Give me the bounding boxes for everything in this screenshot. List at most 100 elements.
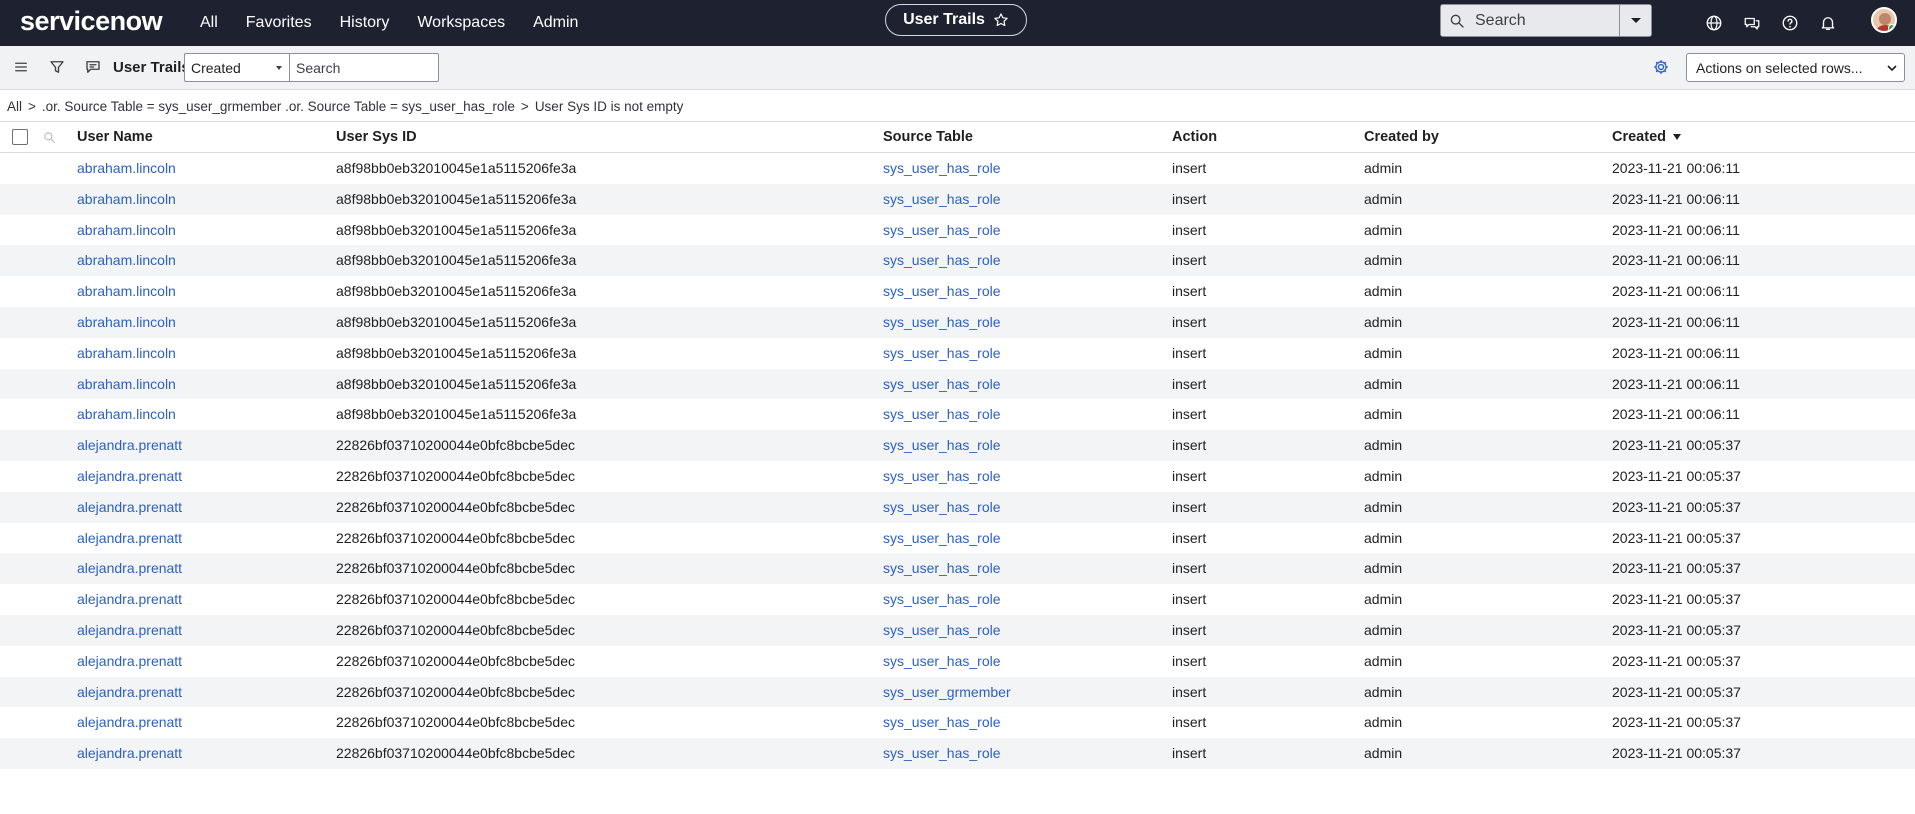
- global-search-input[interactable]: Search: [1441, 5, 1619, 36]
- nav-favorites[interactable]: Favorites: [246, 14, 312, 32]
- caret-down-icon: [276, 66, 282, 70]
- cell-user-name[interactable]: abraham.lincoln: [77, 345, 176, 361]
- table-row[interactable]: alejandra.prenatt 22826bf03710200044e0bfc…: [0, 461, 1915, 492]
- cell-user-sys-id: a8f98bb0eb32010045e1a5115206fe3a: [336, 313, 577, 330]
- column-created-by[interactable]: Created by: [1364, 129, 1439, 145]
- table-row[interactable]: abraham.lincoln a8f98bb0eb32010045e1a5115…: [0, 245, 1915, 277]
- table-row[interactable]: alejandra.prenatt 22826bf03710200044e0bfc…: [0, 707, 1915, 738]
- table-row[interactable]: abraham.lincoln a8f98bb0eb32010045e1a5115…: [0, 338, 1915, 369]
- cell-source-table[interactable]: sys_user_has_role: [883, 530, 1001, 546]
- user-avatar[interactable]: [1871, 7, 1897, 33]
- cell-user-name[interactable]: alejandra.prenatt: [77, 714, 182, 730]
- nav-admin[interactable]: Admin: [533, 14, 578, 32]
- cell-user-name[interactable]: abraham.lincoln: [77, 406, 176, 422]
- cell-source-table[interactable]: sys_user_has_role: [883, 222, 1001, 238]
- cell-source-table[interactable]: sys_user_has_role: [883, 160, 1001, 176]
- cell-user-name[interactable]: alejandra.prenatt: [77, 437, 182, 453]
- bell-icon[interactable]: [1819, 14, 1837, 32]
- cell-user-name[interactable]: abraham.lincoln: [77, 222, 176, 238]
- cell-source-table[interactable]: sys_user_has_role: [883, 499, 1001, 515]
- global-search[interactable]: Search: [1440, 4, 1652, 37]
- cell-user-name[interactable]: abraham.lincoln: [77, 283, 176, 299]
- cell-source-table[interactable]: sys_user_has_role: [883, 191, 1001, 207]
- select-all-checkbox[interactable]: [12, 129, 28, 145]
- cell-source-table[interactable]: sys_user_has_role: [883, 622, 1001, 638]
- table-row[interactable]: alejandra.prenatt 22826bf03710200044e0bfc…: [0, 523, 1915, 554]
- nav-workspaces[interactable]: Workspaces: [417, 14, 505, 32]
- cell-user-name[interactable]: abraham.lincoln: [77, 191, 176, 207]
- servicenow-logo[interactable]: servicenow: [20, 6, 163, 37]
- column-user-name[interactable]: User Name: [77, 129, 153, 145]
- cell-user-name[interactable]: alejandra.prenatt: [77, 560, 182, 576]
- cell-user-name[interactable]: abraham.lincoln: [77, 160, 176, 176]
- cell-user-name[interactable]: abraham.lincoln: [77, 314, 176, 330]
- cell-user-name[interactable]: alejandra.prenatt: [77, 499, 182, 515]
- table-row[interactable]: alejandra.prenatt 22826bf03710200044e0bfc…: [0, 430, 1915, 461]
- breadcrumb-all[interactable]: All: [7, 99, 22, 114]
- cell-source-table[interactable]: sys_user_has_role: [883, 591, 1001, 607]
- cell-source-table[interactable]: sys_user_has_role: [883, 252, 1001, 268]
- chat-icon[interactable]: [1743, 14, 1761, 32]
- table-row[interactable]: abraham.lincoln a8f98bb0eb32010045e1a5115…: [0, 368, 1915, 400]
- actions-select[interactable]: Actions on selected rows...: [1686, 53, 1905, 82]
- breadcrumb-condition-1[interactable]: .or. Source Table = sys_user_grmember .o…: [42, 99, 515, 114]
- cell-source-table[interactable]: sys_user_has_role: [883, 745, 1001, 761]
- cell-source-table[interactable]: sys_user_has_role: [883, 376, 1001, 392]
- table-row[interactable]: alejandra.prenatt 22826bf03710200044e0bfc…: [0, 553, 1915, 585]
- cell-source-table[interactable]: sys_user_has_role: [883, 653, 1001, 669]
- cell-source-table[interactable]: sys_user_has_role: [883, 345, 1001, 361]
- cell-source-table[interactable]: sys_user_has_role: [883, 714, 1001, 730]
- table-row[interactable]: alejandra.prenatt 22826bf03710200044e0bfc…: [0, 491, 1915, 523]
- table-row[interactable]: abraham.lincoln a8f98bb0eb32010045e1a5115…: [0, 399, 1915, 430]
- star-icon[interactable]: [993, 12, 1009, 28]
- table-row[interactable]: alejandra.prenatt 22826bf03710200044e0bfc…: [0, 676, 1915, 708]
- breadcrumb-condition-2[interactable]: User Sys ID is not empty: [535, 99, 684, 114]
- cell-source-table[interactable]: sys_user_has_role: [883, 560, 1001, 576]
- hamburger-icon[interactable]: [12, 58, 30, 76]
- column-user-sys-id[interactable]: User Sys ID: [336, 129, 417, 145]
- table-row[interactable]: alejandra.prenatt 22826bf03710200044e0bfc…: [0, 584, 1915, 615]
- cell-user-name[interactable]: abraham.lincoln: [77, 376, 176, 392]
- comment-icon[interactable]: [84, 58, 102, 76]
- cell-user-name[interactable]: alejandra.prenatt: [77, 622, 182, 638]
- cell-user-name[interactable]: alejandra.prenatt: [77, 745, 182, 761]
- column-search-icon[interactable]: [43, 131, 56, 144]
- column-created[interactable]: Created: [1612, 129, 1681, 145]
- cell-source-table[interactable]: sys_user_has_role: [883, 314, 1001, 330]
- cell-action: insert: [1172, 560, 1207, 577]
- table-row[interactable]: abraham.lincoln a8f98bb0eb32010045e1a5115…: [0, 276, 1915, 307]
- cell-source-table[interactable]: sys_user_has_role: [883, 283, 1001, 299]
- gear-icon[interactable]: [1652, 58, 1670, 76]
- search-scope-dropdown[interactable]: [1619, 5, 1651, 36]
- column-source-table[interactable]: Source Table: [883, 129, 973, 145]
- cell-source-table[interactable]: sys_user_grmember: [883, 684, 1011, 700]
- cell-source-table[interactable]: sys_user_has_role: [883, 468, 1001, 484]
- breadcrumb-separator: >: [520, 98, 529, 114]
- table-row[interactable]: abraham.lincoln a8f98bb0eb32010045e1a5115…: [0, 153, 1915, 184]
- cell-user-sys-id: a8f98bb0eb32010045e1a5115206fe3a: [336, 190, 577, 207]
- table-row[interactable]: abraham.lincoln a8f98bb0eb32010045e1a5115…: [0, 183, 1915, 215]
- table-row[interactable]: abraham.lincoln a8f98bb0eb32010045e1a5115…: [0, 306, 1915, 338]
- cell-source-table[interactable]: sys_user_has_role: [883, 437, 1001, 453]
- nav-history[interactable]: History: [340, 14, 390, 32]
- list-search-input[interactable]: [289, 53, 439, 82]
- cell-created: 2023-11-21 00:06:11: [1612, 344, 1740, 361]
- table-row[interactable]: alejandra.prenatt 22826bf03710200044e0bfc…: [0, 738, 1915, 769]
- cell-user-name[interactable]: alejandra.prenatt: [77, 591, 182, 607]
- table-row[interactable]: abraham.lincoln a8f98bb0eb32010045e1a5115…: [0, 215, 1915, 246]
- cell-user-name[interactable]: alejandra.prenatt: [77, 468, 182, 484]
- cell-user-name[interactable]: alejandra.prenatt: [77, 530, 182, 546]
- help-icon[interactable]: [1781, 14, 1799, 32]
- table-row[interactable]: alejandra.prenatt 22826bf03710200044e0bfc…: [0, 614, 1915, 646]
- cell-source-table[interactable]: sys_user_has_role: [883, 406, 1001, 422]
- filter-icon[interactable]: [48, 58, 66, 76]
- nav-all[interactable]: All: [200, 14, 218, 32]
- cell-user-name[interactable]: abraham.lincoln: [77, 252, 176, 268]
- context-title-pill[interactable]: User Trails: [885, 4, 1027, 36]
- column-action[interactable]: Action: [1172, 129, 1217, 145]
- search-field-select[interactable]: Created: [184, 53, 290, 82]
- cell-user-name[interactable]: alejandra.prenatt: [77, 653, 182, 669]
- globe-icon[interactable]: [1705, 14, 1723, 32]
- table-row[interactable]: alejandra.prenatt 22826bf03710200044e0bfc…: [0, 646, 1915, 677]
- cell-user-name[interactable]: alejandra.prenatt: [77, 684, 182, 700]
